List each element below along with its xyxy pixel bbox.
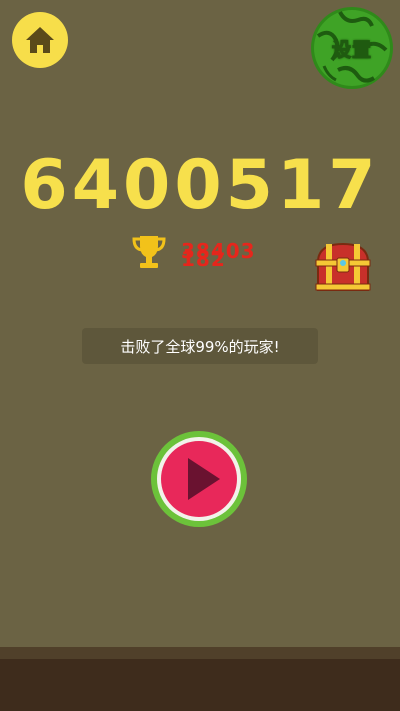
play-button[interactable] <box>150 430 248 528</box>
home-icon <box>26 27 54 53</box>
best-score-overlay: 182 <box>181 247 226 271</box>
trophy-icon <box>132 236 166 268</box>
ground-edge <box>0 647 400 659</box>
settings-button[interactable]: 设置 <box>310 6 394 90</box>
current-score: 6400517 <box>20 146 380 225</box>
rank-message-text: 击败了全球99%的玩家! <box>120 337 280 356</box>
rank-message: 击败了全球99%的玩家! <box>82 328 318 364</box>
settings-label: 设置 <box>331 38 372 61</box>
treasure-chest-button[interactable] <box>312 240 374 296</box>
home-button[interactable] <box>12 12 68 68</box>
game-over-screen: 设置 6400517 38403 182 击败了全球99%的玩家! <box>0 0 400 711</box>
